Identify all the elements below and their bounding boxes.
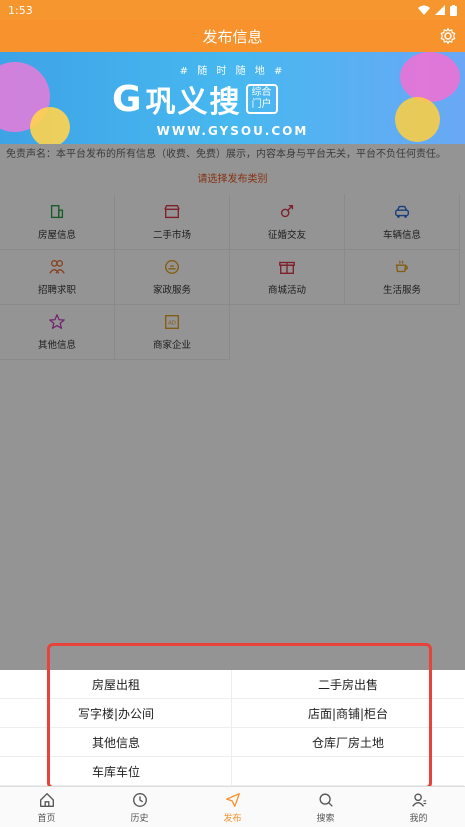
tab-label: 发布: [223, 813, 242, 824]
tab-label: 首页: [37, 813, 56, 824]
home-icon: [39, 792, 54, 807]
tab-clock[interactable]: 历史: [93, 787, 186, 827]
decor-shape: [400, 52, 460, 102]
banner-slogan: # 随 时 随 地 #: [179, 66, 286, 77]
tab-send[interactable]: 发布: [186, 787, 279, 827]
tab-label: 我的: [409, 813, 428, 824]
tab-user[interactable]: 我的: [372, 787, 465, 827]
highlight-frame: [47, 643, 432, 789]
status-icons: [418, 4, 457, 16]
user-icon: [411, 792, 426, 807]
tab-label: 历史: [130, 813, 149, 824]
app-header: 发布信息: [0, 20, 465, 52]
brand-name: 巩义搜: [145, 85, 242, 120]
tab-label: 搜索: [316, 813, 335, 824]
status-time: 1:53: [8, 3, 33, 17]
send-icon: [225, 792, 240, 807]
logo-mark-icon: G: [112, 78, 142, 120]
battery-icon: [450, 4, 457, 16]
bottom-tab-bar: 首页 历史 发布 搜索 我的: [0, 786, 465, 827]
tab-search[interactable]: 搜索: [279, 787, 372, 827]
banner-url: WWW.GYSOU.COM: [156, 124, 309, 138]
brand-subtitle: 综合门户: [245, 84, 278, 114]
tab-home[interactable]: 首页: [0, 787, 93, 827]
status-bar: 1:53: [0, 0, 465, 20]
page-title: 发布信息: [202, 27, 263, 46]
wifi-icon: [418, 5, 430, 15]
gear-icon[interactable]: [439, 27, 457, 45]
clock-icon: [132, 792, 147, 807]
signal-icon: [435, 5, 445, 15]
modal-overlay[interactable]: [0, 144, 465, 671]
brand-logo: G 巩义搜 综合门户: [112, 77, 278, 121]
banner[interactable]: # 随 时 随 地 # G 巩义搜 综合门户 WWW.GYSOU.COM: [0, 52, 465, 144]
search-icon: [318, 792, 333, 807]
